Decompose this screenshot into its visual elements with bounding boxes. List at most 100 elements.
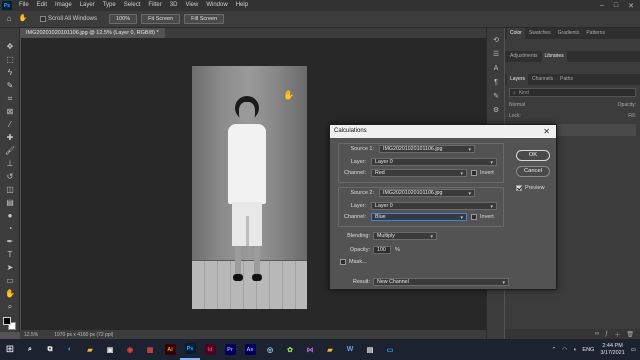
source2-select[interactable]: IMG20201020101106.jpg ▼ — [379, 189, 475, 197]
minimize-icon[interactable]: – — [600, 2, 604, 10]
history-panel-icon[interactable]: ⟲ — [491, 36, 501, 46]
character-panel-icon[interactable]: A — [491, 64, 501, 74]
search-icon[interactable]: ⌕ — [20, 339, 40, 360]
clock[interactable]: 2:44 PM 3/17/2021 — [600, 343, 624, 357]
rectangle-tool-icon[interactable]: ▭ — [4, 276, 16, 286]
taskbar-app-pr[interactable]: Pr — [220, 339, 240, 360]
channel2-select[interactable]: Blue ▼ — [371, 213, 467, 221]
mask-checkbox[interactable] — [340, 259, 346, 265]
preview-checkbox[interactable] — [516, 185, 522, 191]
tab-paths[interactable]: Paths — [557, 74, 576, 85]
zoom-tool-icon[interactable]: ⌕ — [4, 302, 16, 312]
taskbar-app-ae[interactable]: Ae — [240, 339, 260, 360]
blur-tool-icon[interactable]: ● — [4, 211, 16, 221]
result-select[interactable]: New Channel ▼ — [373, 278, 509, 286]
hand-tool-icon[interactable]: ✋ — [18, 14, 28, 24]
tool-presets-icon[interactable]: ⚙ — [491, 106, 501, 116]
monitor-app-icon[interactable]: ▭ — [380, 339, 400, 360]
channel1-select[interactable]: Red ▼ — [371, 169, 467, 177]
taskbar-app-ai[interactable]: Ai — [160, 339, 180, 360]
dialog-close-icon[interactable]: ✕ — [543, 125, 550, 138]
menu-help[interactable]: Help — [232, 0, 252, 11]
layer2-select[interactable]: Layer 0 ▼ — [371, 202, 497, 210]
pen-tool-icon[interactable]: ✒ — [4, 237, 16, 247]
fit-screen-button[interactable]: Fit Screen — [141, 14, 181, 24]
layers-filter-field[interactable]: ⌕ Kind — [509, 88, 636, 97]
close-icon[interactable]: ✕ — [628, 2, 634, 10]
opacity-input[interactable]: 100 — [373, 246, 391, 254]
document-tab[interactable]: IMG20201020101106.jpg @ 12.5% (Layer 0, … — [20, 28, 165, 38]
layer-blend-mode[interactable]: Normal — [509, 102, 525, 108]
menu-window[interactable]: Window — [202, 0, 231, 11]
network-icon[interactable]: ◠ — [562, 347, 567, 353]
foreground-color-swatch[interactable] — [3, 317, 11, 325]
maps-app-icon[interactable]: ✿ — [280, 339, 300, 360]
file-explorer-icon[interactable]: ▰ — [80, 339, 100, 360]
windows-start-icon[interactable]: ⊞ — [0, 339, 20, 360]
tab-libraries[interactable]: Libraries — [541, 51, 567, 62]
healing-brush-tool-icon[interactable]: ✚ — [4, 133, 16, 143]
taskbar-app-ps[interactable]: Ps — [180, 339, 200, 360]
tab-swatches[interactable]: Swatches — [526, 28, 554, 39]
menu-layer[interactable]: Layer — [76, 0, 99, 11]
tab-layers[interactable]: Layers — [507, 74, 529, 85]
store-icon[interactable]: ▣ — [100, 339, 120, 360]
notifications-icon[interactable]: ▭ — [631, 347, 636, 353]
menu-3d[interactable]: 3D — [166, 0, 182, 11]
task-view-icon[interactable]: ⧉ — [40, 339, 60, 360]
fx-icon[interactable]: ƒ — [605, 331, 608, 337]
scroll-all-windows-toggle[interactable]: Scroll All Windows — [40, 16, 97, 22]
menu-filter[interactable]: Filter — [144, 0, 165, 11]
invert2-checkbox[interactable] — [471, 214, 477, 220]
layer1-select[interactable]: Layer 0 ▼ — [371, 158, 497, 166]
trash-icon[interactable]: 🗑 — [626, 331, 634, 338]
link-layers-icon[interactable]: ∞ — [595, 331, 599, 337]
new-layer-icon[interactable]: ＋ — [614, 330, 620, 339]
tab-channels[interactable]: Channels — [529, 74, 556, 85]
zoom-100-button[interactable]: 100% — [109, 14, 138, 24]
chrome-icon[interactable]: ◉ — [120, 339, 140, 360]
volume-icon[interactable]: ◖ — [573, 347, 576, 353]
cancel-button[interactable]: Cancel — [516, 166, 550, 177]
eyedropper-tool-icon[interactable]: ⁄ — [4, 120, 16, 130]
paragraph-panel-icon[interactable]: ¶ — [491, 78, 501, 88]
blending-select[interactable]: Multiply ▼ — [373, 232, 437, 240]
fill-screen-button[interactable]: Fill Screen — [184, 14, 225, 24]
media-app-icon[interactable]: ▦ — [140, 339, 160, 360]
maximize-icon[interactable]: □ — [614, 2, 618, 10]
dialog-title-bar[interactable]: Calculations ✕ — [330, 125, 556, 138]
crop-tool-icon[interactable]: ⌗ — [4, 94, 16, 104]
tab-color[interactable]: Color — [507, 28, 525, 39]
menu-select[interactable]: Select — [120, 0, 145, 11]
tab-patterns[interactable]: Patterns — [583, 28, 608, 39]
folder-icon[interactable]: ▰ — [320, 339, 340, 360]
gradient-tool-icon[interactable]: ▤ — [4, 198, 16, 208]
scroll-all-windows-checkbox[interactable] — [40, 16, 46, 22]
quick-select-tool-icon[interactable]: ✎ — [4, 81, 16, 91]
clone-stamp-tool-icon[interactable]: ⊥ — [4, 159, 16, 169]
tray-chevron-icon[interactable]: ⌃ — [552, 347, 557, 353]
eraser-tool-icon[interactable]: ◫ — [4, 185, 16, 195]
menu-file[interactable]: File — [15, 0, 33, 11]
frame-tool-icon[interactable]: ⊠ — [4, 107, 16, 117]
tab-gradients[interactable]: Gradients — [555, 28, 583, 39]
move-tool-icon[interactable]: ✥ — [4, 42, 16, 52]
ok-button[interactable]: OK — [516, 150, 550, 161]
dodge-tool-icon[interactable]: ◔ — [4, 224, 16, 234]
properties-panel-icon[interactable]: ☰ — [491, 50, 501, 60]
path-select-tool-icon[interactable]: ➤ — [4, 263, 16, 273]
lasso-tool-icon[interactable]: ϟ — [4, 68, 16, 78]
language-indicator[interactable]: ENG — [582, 347, 594, 353]
home-icon[interactable]: ⌂ — [4, 14, 14, 24]
menu-type[interactable]: Type — [99, 0, 120, 11]
menu-view[interactable]: View — [181, 0, 202, 11]
brush-tool-icon[interactable]: 🖌 — [4, 146, 16, 156]
visual-studio-icon[interactable]: ⋈ — [300, 339, 320, 360]
history-brush-tool-icon[interactable]: ↺ — [4, 172, 16, 182]
notepad-icon[interactable]: ▤ — [360, 339, 380, 360]
menu-edit[interactable]: Edit — [33, 0, 51, 11]
type-tool-icon[interactable]: T — [4, 250, 16, 260]
tab-adjustments[interactable]: Adjustments — [507, 51, 541, 62]
source1-select[interactable]: IMG20201020101106.jpg ▼ — [379, 145, 475, 153]
brush-settings-icon[interactable]: ✎ — [491, 92, 501, 102]
